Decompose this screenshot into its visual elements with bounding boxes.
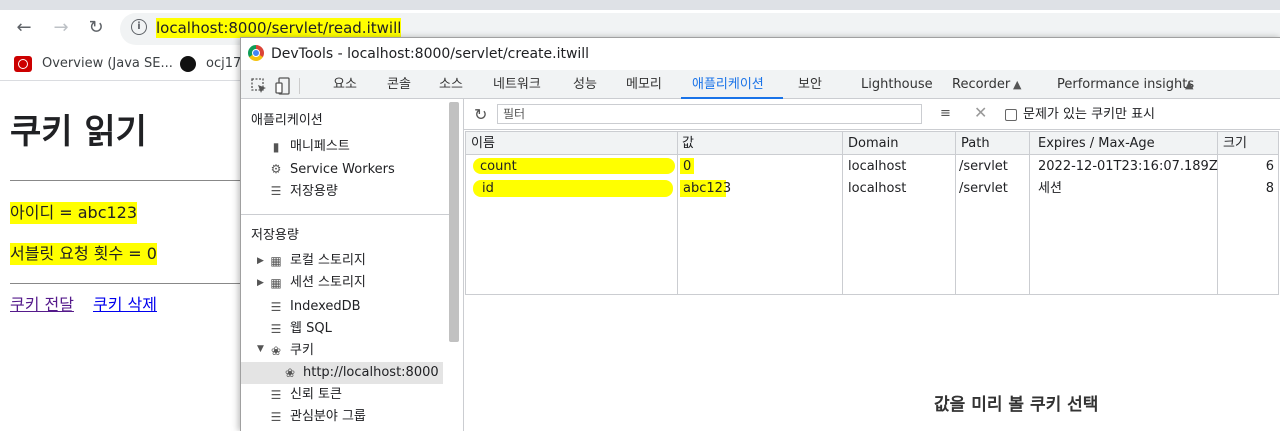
tab-network[interactable]: 네트워크 — [493, 76, 541, 94]
devtools-window: DevTools - localhost:8000/servlet/create… — [240, 37, 1280, 431]
delete-selected-icon[interactable]: ✕ — [974, 105, 987, 121]
send-cookie-link[interactable]: 쿠키 전달 — [10, 294, 74, 316]
column-divider — [677, 132, 678, 294]
tab-elements[interactable]: 요소 — [333, 76, 357, 94]
sidebar-item-service-workers[interactable]: Service Workers — [290, 161, 395, 179]
tab-separator — [299, 78, 300, 94]
sidebar-scrollbar[interactable] — [449, 102, 459, 342]
refresh-icon[interactable]: ↻ — [474, 107, 487, 123]
column-divider — [955, 132, 956, 294]
url-text[interactable]: localhost:8000/servlet/read.itwill — [156, 18, 402, 38]
reload-icon[interactable]: ↻ — [85, 17, 107, 39]
back-arrow-icon[interactable]: ← — [13, 17, 35, 39]
sidebar-divider — [241, 214, 449, 215]
bookmark-overview[interactable]: Overview (Java SE... — [42, 54, 173, 74]
page-title: 쿠키 읽기 — [10, 112, 147, 152]
github-icon — [180, 56, 196, 72]
tab-performance[interactable]: 성능 — [573, 76, 597, 94]
collapse-arrow-icon[interactable]: ▼ — [257, 340, 264, 358]
delete-cookie-link[interactable]: 쿠키 삭제 — [93, 294, 157, 316]
cookie-size-cell[interactable]: 6 — [1241, 158, 1274, 176]
cookie-size-cell[interactable]: 8 — [1241, 180, 1274, 198]
column-header-path[interactable]: Path — [961, 135, 990, 153]
cookie-expires-cell[interactable]: 세션 — [1038, 180, 1062, 198]
browser-tab-strip — [0, 0, 1280, 10]
expand-arrow-icon[interactable]: ▶ — [257, 274, 264, 292]
database-icon: ☰ — [270, 322, 282, 336]
cookie-expires-cell[interactable]: 2022-12-01T23:16:07.189Z — [1038, 158, 1218, 176]
forward-arrow-icon[interactable]: → — [50, 17, 72, 39]
column-divider — [842, 132, 843, 294]
only-issues-checkbox[interactable] — [1005, 109, 1017, 121]
database-icon: ☰ — [270, 388, 282, 402]
tab-lighthouse[interactable]: Lighthouse — [861, 76, 933, 94]
chrome-logo-icon — [248, 45, 264, 61]
sidebar-item-session-storage[interactable]: 세션 스토리지 — [290, 274, 366, 292]
cookie-icon: ❀ — [284, 366, 296, 380]
gear-icon: ⚙ — [270, 162, 282, 176]
divider — [10, 283, 250, 284]
filter-input[interactable]: 필터 — [497, 104, 922, 124]
tab-memory[interactable]: 메모리 — [626, 76, 662, 94]
column-header-domain[interactable]: Domain — [848, 135, 898, 153]
column-header-expires[interactable]: Expires / Max-Age — [1038, 135, 1155, 153]
cookie-icon: ❀ — [270, 344, 282, 358]
device-toolbar-icon[interactable] — [275, 77, 291, 95]
cookie-path-cell[interactable]: /servlet — [959, 180, 1008, 198]
cookie-preview-hint: 값을 미리 볼 쿠키 선택 — [934, 395, 1099, 415]
cookie-domain-cell[interactable]: localhost — [848, 180, 906, 198]
file-icon: ▮ — [272, 140, 280, 154]
column-header-size[interactable]: 크기 — [1223, 135, 1247, 153]
flask-icon: ▲ — [1185, 78, 1194, 91]
cookie-name-cell[interactable]: count — [480, 158, 517, 176]
cookie-table — [465, 131, 1279, 295]
tab-performance-insights[interactable]: Performance insights — [1057, 76, 1194, 94]
cookie-value-cell[interactable]: 0 — [683, 158, 691, 176]
expand-arrow-icon[interactable]: ▶ — [257, 252, 264, 270]
sidebar-item-storage[interactable]: 저장용량 — [290, 183, 338, 201]
sidebar-item-interest-groups[interactable]: 관심분야 그룹 — [290, 408, 366, 426]
column-divider — [1217, 132, 1218, 294]
divider — [10, 180, 250, 181]
sidebar-item-local-storage[interactable]: 로컬 스토리지 — [290, 252, 366, 270]
request-count-text: 서블릿 요청 횟수 = 0 — [10, 243, 157, 265]
info-icon[interactable]: i — [131, 19, 147, 35]
only-issues-label: 문제가 있는 쿠키만 표시 — [1023, 107, 1155, 122]
column-header-value[interactable]: 값 — [682, 135, 694, 153]
database-icon: ☰ — [270, 184, 282, 198]
sidebar-item-cookie-origin[interactable]: http://localhost:8000 — [303, 364, 439, 382]
sidebar-item-manifest[interactable]: 매니페스트 — [290, 138, 350, 156]
bookmark-ocj[interactable]: ocj17 — [206, 54, 241, 74]
devtools-title: DevTools - localhost:8000/servlet/create… — [271, 46, 590, 62]
column-divider — [1029, 132, 1030, 294]
sidebar-item-cookies[interactable]: 쿠키 — [290, 342, 314, 360]
tab-security[interactable]: 보안 — [798, 76, 822, 94]
sidebar-item-indexeddb[interactable]: IndexedDB — [290, 298, 361, 316]
tab-recorder[interactable]: Recorder — [952, 76, 1010, 94]
sidebar-section-storage: 저장용량 — [251, 228, 299, 243]
sidebar-section-application: 애플리케이션 — [251, 113, 323, 128]
tab-console[interactable]: 콘솔 — [387, 76, 411, 94]
cookie-path-cell[interactable]: /servlet — [959, 158, 1008, 176]
cookie-domain-cell[interactable]: localhost — [848, 158, 906, 176]
sidebar-item-web-sql[interactable]: 웹 SQL — [290, 320, 332, 338]
highlight-mark — [473, 180, 673, 197]
cookie-name-cell[interactable]: id — [482, 180, 494, 198]
grid-icon: ▦ — [270, 276, 282, 290]
clear-filter-icon[interactable]: ≡ — [940, 107, 958, 121]
inspect-element-icon[interactable] — [251, 78, 267, 94]
column-header-name[interactable]: 이름 — [471, 135, 495, 153]
flask-icon: ▲ — [1013, 78, 1022, 91]
database-icon: ☰ — [270, 410, 282, 424]
tab-sources[interactable]: 소스 — [439, 76, 463, 94]
tab-application[interactable]: 애플리케이션 — [692, 76, 764, 94]
user-id-text: 아이디 = abc123 — [10, 202, 138, 224]
oracle-icon — [14, 56, 32, 72]
sidebar-item-trust-tokens[interactable]: 신뢰 토큰 — [290, 386, 342, 404]
grid-icon: ▦ — [270, 254, 282, 268]
database-icon: ☰ — [270, 300, 282, 314]
cookie-value-cell[interactable]: abc123 — [683, 180, 731, 198]
